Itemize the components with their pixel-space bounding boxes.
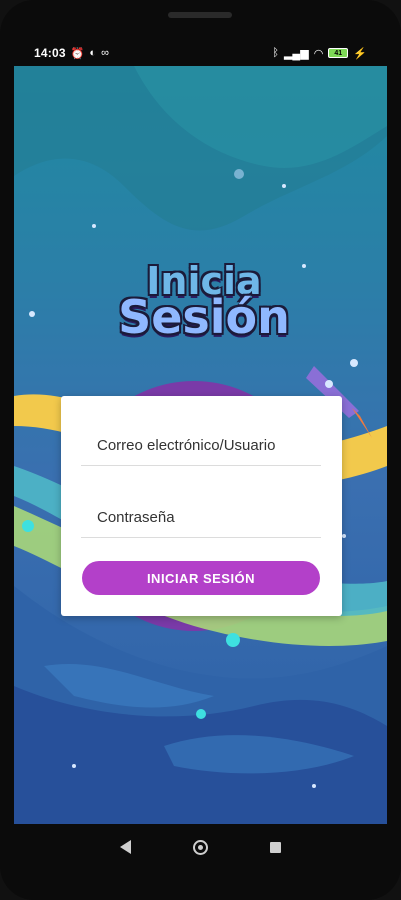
- page-title: Inicia Sesión: [104, 262, 304, 340]
- navigation-bar: [0, 824, 401, 870]
- charging-icon: ⚡: [353, 47, 367, 60]
- battery-icon: 41: [328, 48, 349, 58]
- browser-icon: ◐: [89, 47, 97, 59]
- signal-icon: ▂▄▆: [283, 47, 309, 60]
- password-field[interactable]: [81, 498, 321, 538]
- login-button[interactable]: INICIAR SESIÓN: [82, 561, 320, 595]
- star-dot: [226, 633, 240, 647]
- status-bar-left: 14:03 ⏰ ◐ ∞: [34, 46, 109, 60]
- recents-icon[interactable]: [270, 841, 281, 853]
- star-dot: [312, 784, 316, 788]
- star-dot: [92, 224, 96, 228]
- star-dot: [22, 520, 34, 532]
- app-screen: Inicia Sesión INICIAR SESIÓN: [14, 66, 387, 824]
- status-bar-right: ᛒ ▂▄▆ ◠ 41 ⚡: [272, 47, 367, 60]
- star-dot: [342, 534, 346, 538]
- back-icon[interactable]: [120, 840, 131, 854]
- wifi-icon: ◠: [313, 47, 324, 60]
- title-line-2: Sesión: [118, 290, 290, 344]
- status-time: 14:03: [34, 46, 66, 60]
- star-dot: [29, 311, 35, 317]
- speaker-grille: [168, 12, 232, 18]
- bluetooth-icon: ᛒ: [272, 47, 279, 59]
- star-dot: [196, 709, 206, 719]
- phone-frame: 14:03 ⏰ ◐ ∞ ᛒ ▂▄▆ ◠ 41 ⚡ Inicia Sesión C…: [0, 0, 401, 900]
- alarm-icon: ⏰: [70, 47, 85, 60]
- star-dot: [282, 184, 286, 188]
- voicemail-icon: ∞: [101, 47, 109, 59]
- login-card: INICIAR SESIÓN: [61, 396, 342, 616]
- status-bar: 14:03 ⏰ ◐ ∞ ᛒ ▂▄▆ ◠ 41 ⚡: [14, 40, 387, 66]
- home-icon[interactable]: [193, 839, 208, 855]
- star-dot: [350, 359, 358, 367]
- star-dot: [234, 169, 244, 179]
- star-dot: [72, 764, 76, 768]
- email-field[interactable]: [81, 426, 321, 466]
